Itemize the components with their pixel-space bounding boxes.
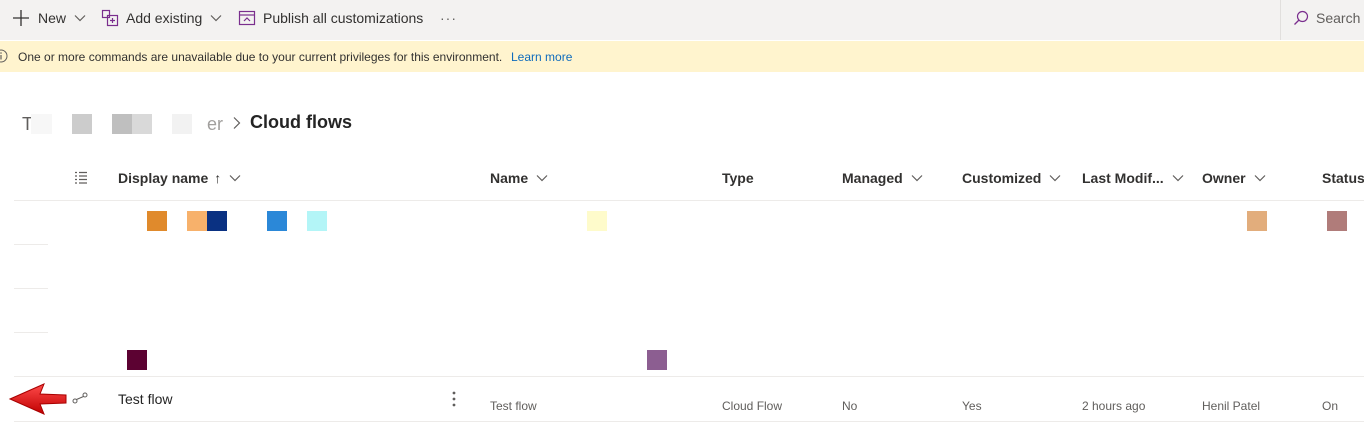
- redacted-block: [147, 211, 167, 231]
- cell-name: Test flow: [490, 399, 537, 413]
- chevron-down-icon: [1172, 175, 1184, 182]
- chevron-down-icon: [1254, 175, 1266, 182]
- learn-more-link[interactable]: Learn more: [511, 50, 572, 64]
- search-button[interactable]: Search: [1293, 0, 1360, 36]
- sort-ascending-icon: ↑: [214, 170, 222, 186]
- privilege-notice-bar: One or more commands are unavailable due…: [0, 41, 1364, 72]
- privilege-notice-message: One or more commands are unavailable due…: [18, 50, 503, 64]
- chevron-down-icon: [210, 15, 222, 22]
- redacted-block: [1327, 211, 1347, 231]
- cell-owner: Henil Patel: [1202, 399, 1261, 413]
- table-row[interactable]: [14, 377, 1364, 421]
- redacted-block: [587, 211, 607, 231]
- more-commands-button[interactable]: ···: [440, 0, 457, 36]
- column-header-type-label: Type: [722, 170, 754, 186]
- new-button-label: New: [38, 10, 67, 26]
- chevron-down-icon: [536, 175, 548, 182]
- command-bar: New Add existing Publish all customizati…: [0, 0, 1364, 40]
- cell-managed: No: [842, 399, 858, 413]
- publish-all-button[interactable]: Publish all customizations: [238, 0, 423, 36]
- publish-icon: [238, 10, 256, 26]
- redacted-block: [172, 114, 192, 134]
- redacted-block: [72, 114, 92, 134]
- header-divider: [14, 200, 1364, 201]
- column-header-owner-label: Owner: [1202, 170, 1246, 186]
- breadcrumb-partial-text: er: [207, 114, 224, 134]
- red-arrow-annotation: [8, 383, 67, 415]
- new-button[interactable]: New: [12, 0, 86, 36]
- more-options-icon[interactable]: [444, 388, 464, 410]
- column-header-status-label: Status: [1322, 170, 1364, 186]
- redacted-block: [267, 211, 287, 231]
- more-commands-icon: ···: [440, 10, 457, 26]
- search-icon: [1294, 10, 1309, 25]
- cell-last-modified: 2 hours ago: [1082, 399, 1146, 413]
- redacted-block: [127, 350, 147, 370]
- redacted-block: [1247, 211, 1267, 231]
- column-header-managed-label: Managed: [842, 170, 903, 186]
- column-header-name-label: Name: [490, 170, 529, 186]
- column-header-last-modified-label: Last Modif...: [1082, 170, 1164, 186]
- chevron-down-icon: [74, 15, 86, 22]
- cell-type: Cloud Flow: [722, 399, 783, 413]
- column-header-customized[interactable]: Customized: [962, 170, 1061, 186]
- row-divider: [14, 288, 48, 289]
- publish-all-label: Publish all customizations: [263, 10, 424, 26]
- column-options-icon[interactable]: [74, 171, 88, 185]
- page-title: Cloud flows: [250, 112, 352, 132]
- add-existing-icon: [101, 9, 119, 27]
- chevron-down-icon: [229, 175, 241, 182]
- redacted-block: [132, 114, 152, 134]
- search-divider: [1280, 0, 1281, 40]
- row-divider: [14, 332, 48, 333]
- cell-status: On: [1322, 399, 1339, 413]
- cell-display-name[interactable]: Test flow: [118, 391, 172, 407]
- info-icon: [0, 49, 8, 63]
- redacted-block: [207, 211, 227, 231]
- column-header-name[interactable]: Name: [490, 170, 548, 186]
- plus-icon: [13, 10, 29, 26]
- row-divider: [14, 421, 1364, 422]
- redacted-block: [31, 114, 52, 134]
- redacted-block: [647, 350, 667, 370]
- cell-customized: Yes: [962, 399, 982, 413]
- column-header-status[interactable]: Status: [1322, 170, 1364, 186]
- chevron-down-icon: [911, 175, 923, 182]
- column-header-customized-label: Customized: [962, 170, 1042, 186]
- add-existing-label: Add existing: [126, 10, 203, 26]
- add-existing-button[interactable]: Add existing: [101, 0, 222, 36]
- column-header-last-modified[interactable]: Last Modif...: [1082, 170, 1184, 186]
- redacted-block: [187, 211, 207, 231]
- chevron-down-icon: [1049, 175, 1061, 182]
- cloud-flow-icon: [72, 392, 88, 404]
- column-header-managed[interactable]: Managed: [842, 170, 923, 186]
- redacted-block: [307, 211, 327, 231]
- column-header-display-name[interactable]: Display name ↑: [118, 170, 241, 186]
- redacted-block: [112, 114, 132, 134]
- search-label: Search: [1316, 10, 1361, 26]
- row-divider: [14, 244, 48, 245]
- chevron-right-icon: [233, 117, 241, 129]
- column-header-type[interactable]: Type: [722, 170, 754, 186]
- column-header-display-name-label: Display name: [118, 170, 209, 186]
- column-header-owner[interactable]: Owner: [1202, 170, 1266, 186]
